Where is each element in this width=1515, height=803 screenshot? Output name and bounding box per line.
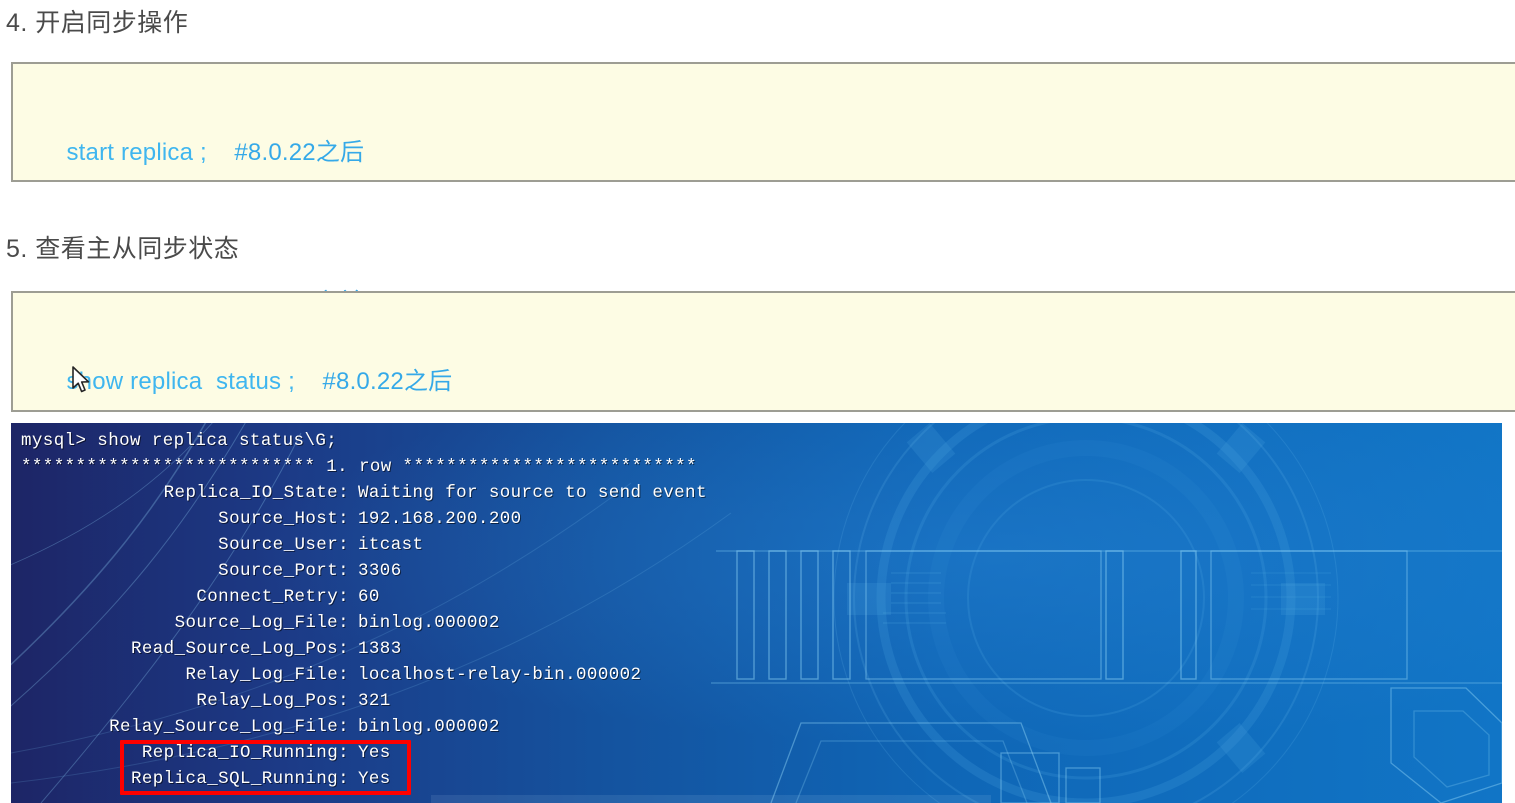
field-key: Connect_Retry: — [196, 587, 349, 607]
terminal-prompt-line: mysql> show replica status\G; — [21, 431, 338, 451]
terminal-field-row: Relay_Log_File: localhost-relay-bin.00000… — [11, 662, 1502, 688]
field-value: 3306 — [358, 561, 402, 581]
field-value: 192.168.200.200 — [358, 509, 522, 529]
terminal-field-row: Source_Port: 3306 — [11, 558, 1502, 584]
field-key: Replica_IO_State: — [163, 483, 349, 503]
terminal-field-row: Relay_Source_Log_File: binlog.000002 — [11, 714, 1502, 740]
mysql-terminal-output: mysql> show replica status\G; **********… — [11, 423, 1502, 803]
field-key: Source_User: — [218, 535, 349, 555]
terminal-field-row-replica-sql-running: Replica_SQL_Running: Yes — [11, 766, 1502, 792]
terminal-text-body: mysql> show replica status\G; **********… — [11, 423, 1502, 792]
field-value: Waiting for source to send event — [358, 483, 707, 503]
terminal-field-row: Source_Log_File: binlog.000002 — [11, 610, 1502, 636]
section-heading-4: 4. 开启同步操作 — [6, 9, 189, 37]
code-line: start replica ; #8.0.22之后 — [39, 78, 1515, 228]
terminal-field-row: Replica_IO_State: Waiting for source to s… — [11, 480, 1502, 506]
section-heading-5: 5. 查看主从同步状态 — [6, 235, 240, 263]
field-value: 321 — [358, 691, 391, 711]
field-key: Source_Host: — [218, 509, 349, 529]
field-value: binlog.000002 — [358, 717, 500, 737]
code-comment: #8.0.22之后 — [234, 139, 365, 166]
code-gap — [295, 368, 322, 395]
code-command: show replica status ; — [66, 368, 295, 395]
code-gap — [207, 139, 234, 166]
terminal-field-row: Relay_Log_Pos: 321 — [11, 688, 1502, 714]
field-value: 60 — [358, 587, 380, 607]
field-key: Relay_Log_File: — [185, 665, 349, 685]
field-value: localhost-relay-bin.000002 — [358, 665, 642, 685]
field-value: Yes — [358, 743, 391, 763]
code-block-start-replica: start replica ; #8.0.22之后 start slave ; … — [11, 62, 1515, 316]
field-key: Relay_Log_Pos: — [196, 691, 349, 711]
field-value: 1383 — [358, 639, 402, 659]
terminal-field-row-replica-io-running: Replica_IO_Running: Yes — [11, 740, 1502, 766]
terminal-field-row: Source_User: itcast — [11, 532, 1502, 558]
terminal-field-row: Connect_Retry: 60 — [11, 584, 1502, 610]
field-value: binlog.000002 — [358, 613, 500, 633]
terminal-field-row: Source_Host: 192.168.200.200 — [11, 506, 1502, 532]
field-key: Read_Source_Log_Pos: — [130, 639, 349, 659]
field-key: Replica_SQL_Running: — [130, 769, 349, 789]
field-key: Source_Log_File: — [174, 613, 349, 633]
terminal-separator-line: *************************** 1. row *****… — [21, 457, 697, 477]
field-value: itcast — [358, 535, 424, 555]
code-block-show-replica-status: show replica status ; #8.0.22之后 show sla… — [11, 291, 1515, 545]
field-key: Replica_IO_Running: — [141, 743, 349, 763]
field-value: Yes — [358, 769, 391, 789]
terminal-field-row: Read_Source_Log_Pos: 1383 — [11, 636, 1502, 662]
field-key: Source_Port: — [218, 561, 349, 581]
field-key: Relay_Source_Log_File: — [109, 717, 349, 737]
code-command: start replica ; — [66, 139, 207, 166]
code-comment: #8.0.22之后 — [322, 368, 453, 395]
